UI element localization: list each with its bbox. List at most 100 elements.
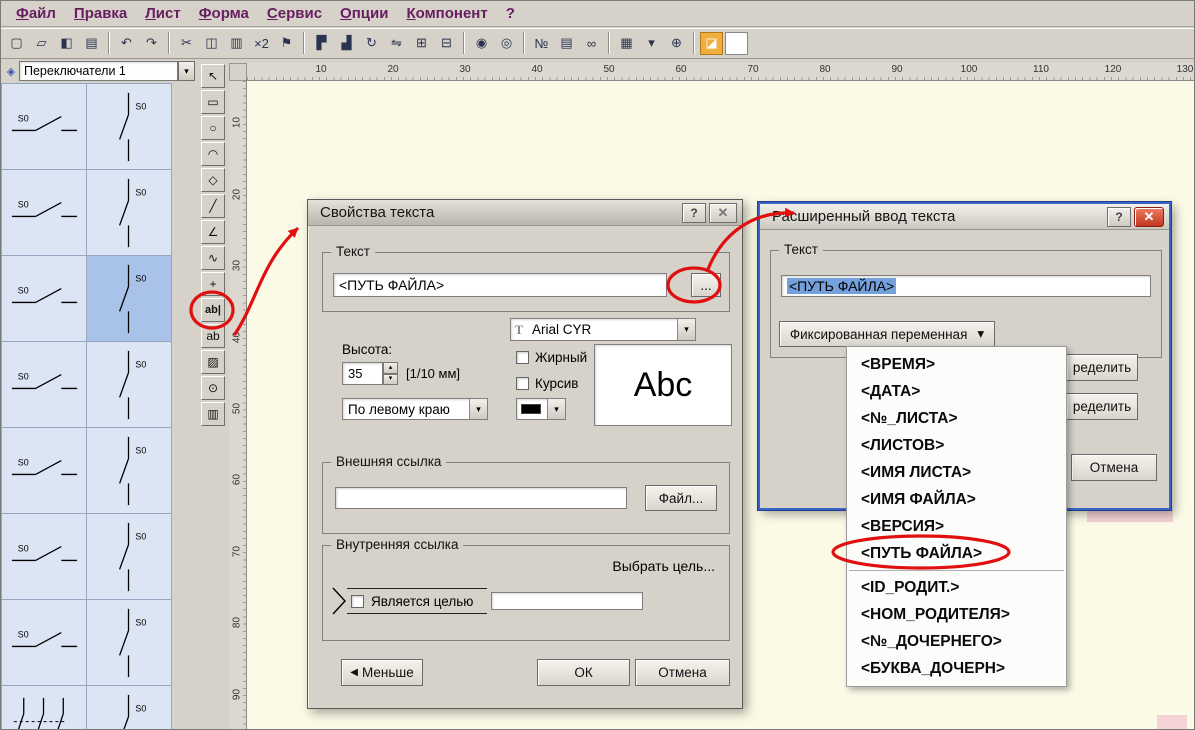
bring-front-button[interactable]: ▛: [310, 32, 333, 55]
ungroup-button[interactable]: ⊟: [435, 32, 458, 55]
extended-text-input[interactable]: <ПУТЬ ФАЙЛА>: [781, 275, 1151, 297]
link-button[interactable]: ◉: [470, 32, 493, 55]
menu-item[interactable]: Файл: [7, 3, 65, 24]
spinner-up-button[interactable]: ▴: [383, 362, 398, 374]
bold-option[interactable]: Жирный: [516, 350, 587, 365]
unlink-button[interactable]: ◎: [495, 32, 518, 55]
browse-button[interactable]: ...: [691, 273, 721, 297]
color-combo[interactable]: ▾: [516, 398, 566, 420]
target-field[interactable]: [491, 592, 643, 610]
measure-tool[interactable]: ▥: [201, 402, 225, 426]
palette-cell[interactable]: S0: [87, 84, 172, 170]
mirror-button[interactable]: ⇋: [385, 32, 408, 55]
height-spinner[interactable]: 35 ▴ ▾: [342, 362, 398, 385]
rotate-button[interactable]: ↻: [360, 32, 383, 55]
menu-item[interactable]: Правка: [65, 3, 136, 24]
menu-item[interactable]: Компонент: [397, 3, 496, 24]
variable-menu-item[interactable]: <БУКВА_ДОЧЕРН>: [847, 655, 1066, 682]
variable-menu-item[interactable]: <ВРЕМЯ>: [847, 351, 1066, 378]
dialog1-close-button[interactable]: ✕: [709, 203, 737, 223]
dialog2-titlebar[interactable]: Расширенный ввод текста ? ✕: [760, 204, 1169, 230]
text-value-input[interactable]: <ПУТЬ ФАЙЛА>: [333, 273, 667, 297]
fixed-variable-button[interactable]: Фиксированная переменная ▾: [779, 321, 995, 347]
cut-button[interactable]: ✂: [175, 32, 198, 55]
zoom-window-button[interactable]: ⊕: [665, 32, 688, 55]
copy-button[interactable]: ◫: [200, 32, 223, 55]
arc-tool[interactable]: ◠: [201, 142, 225, 166]
renumber-button[interactable]: №: [530, 32, 553, 55]
undo-button[interactable]: ↶: [115, 32, 138, 55]
palette-cell[interactable]: S0: [2, 256, 87, 342]
menu-item[interactable]: Сервис: [258, 3, 331, 24]
palette-cell[interactable]: S0: [2, 428, 87, 514]
palette-cell[interactable]: S0: [2, 514, 87, 600]
palette-cell[interactable]: S0: [2, 600, 87, 686]
paste-button[interactable]: ▥: [225, 32, 248, 55]
palette-cell[interactable]: S0: [87, 514, 172, 600]
palette-cell[interactable]: S0: [2, 686, 87, 730]
symbol-library-value[interactable]: Переключатели 1: [19, 61, 178, 81]
curve-tool[interactable]: ∿: [201, 246, 225, 270]
alignment-combo[interactable]: По левому краю ▾: [342, 398, 488, 420]
dialog2-help-button[interactable]: ?: [1107, 207, 1131, 227]
dialog1-help-button[interactable]: ?: [682, 203, 706, 223]
bold-checkbox[interactable]: [516, 351, 529, 364]
variable-menu-item[interactable]: <ВЕРСИЯ>: [847, 513, 1066, 540]
variable-menu-item[interactable]: <ПУТЬ ФАЙЛА>: [847, 540, 1066, 567]
chevron-down-icon[interactable]: ▾: [178, 61, 195, 81]
variable-menu-item[interactable]: <№_ЛИСТА>: [847, 405, 1066, 432]
variable-menu-item[interactable]: <ДАТА>: [847, 378, 1066, 405]
pin-button[interactable]: ⚑: [275, 32, 298, 55]
palette-cell[interactable]: S0: [87, 600, 172, 686]
file-button[interactable]: Файл...: [645, 485, 717, 511]
variable-menu-item[interactable]: <ИМЯ ЛИСТА>: [847, 459, 1066, 486]
menu-item[interactable]: ?: [497, 3, 524, 24]
italic-checkbox[interactable]: [516, 377, 529, 390]
polygon-tool[interactable]: ◇: [201, 168, 225, 192]
chevron-down-icon[interactable]: ▾: [469, 399, 487, 419]
save-file-button[interactable]: ◧: [55, 32, 78, 55]
palette-cell[interactable]: S0: [2, 170, 87, 256]
select-tool[interactable]: ↖: [201, 64, 225, 88]
grid-menu-button[interactable]: ▾: [640, 32, 663, 55]
define-button-2[interactable]: ределить: [1066, 393, 1138, 420]
variable-menu-item[interactable]: <ИМЯ ФАЙЛА>: [847, 486, 1066, 513]
redo-button[interactable]: ↷: [140, 32, 163, 55]
palette-cell[interactable]: S0: [87, 256, 172, 342]
dialog2-close-button[interactable]: ✕: [1134, 207, 1164, 227]
sheet-list-button[interactable]: ▤: [555, 32, 578, 55]
palette-cell[interactable]: S0: [2, 342, 87, 428]
line-tool[interactable]: ╱: [201, 194, 225, 218]
menu-item[interactable]: Опции: [331, 3, 397, 24]
print-button[interactable]: ▤: [80, 32, 103, 55]
duplicate-button[interactable]: ×2: [250, 32, 273, 55]
symbol-library-combo[interactable]: ◈ Переключатели 1 ▾: [3, 61, 195, 81]
variable-menu-item[interactable]: <ID_РОДИТ.>: [847, 574, 1066, 601]
menu-item[interactable]: Форма: [190, 3, 258, 24]
ok-button[interactable]: ОК: [537, 659, 630, 686]
blank-button[interactable]: [725, 32, 748, 55]
italic-option[interactable]: Курсив: [516, 376, 578, 391]
cancel-button-2[interactable]: Отмена: [1071, 454, 1157, 481]
ellipse-tool[interactable]: ○: [201, 116, 225, 140]
choose-target-label[interactable]: Выбрать цель...: [612, 558, 715, 574]
palette-cell[interactable]: S0: [87, 686, 172, 730]
variable-menu-item[interactable]: <№_ДОЧЕРНЕГО>: [847, 628, 1066, 655]
is-target-option[interactable]: Является целью: [347, 588, 487, 614]
node-tool[interactable]: +: [201, 272, 225, 296]
cancel-button[interactable]: Отмена: [635, 659, 730, 686]
text-tool[interactable]: ab|: [201, 298, 225, 322]
open-file-button[interactable]: ▱: [30, 32, 53, 55]
spinner-down-button[interactable]: ▾: [383, 374, 398, 386]
palette-cell[interactable]: S0: [2, 84, 87, 170]
is-target-checkbox[interactable]: [351, 595, 364, 608]
palette-cell[interactable]: S0: [87, 170, 172, 256]
zoom-tool[interactable]: ⊙: [201, 376, 225, 400]
dialog1-titlebar[interactable]: Свойства текста ? ✕: [308, 200, 742, 226]
text-frame-tool[interactable]: ab: [201, 324, 225, 348]
variable-menu-item[interactable]: <НОМ_РОДИТЕЛЯ>: [847, 601, 1066, 628]
hatch-tool[interactable]: ▨: [201, 350, 225, 374]
group-button[interactable]: ⊞: [410, 32, 433, 55]
component-highlight-button[interactable]: ◪: [700, 32, 723, 55]
font-combo[interactable]: T Arial CYR ▾: [510, 318, 696, 341]
